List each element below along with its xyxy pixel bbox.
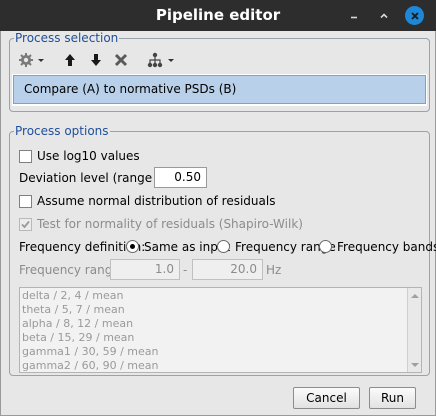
- assume-normal-label: Assume normal distribution of residuals: [37, 194, 276, 208]
- checkmark-icon: [21, 220, 30, 229]
- minimize-button[interactable]: [344, 6, 363, 25]
- radio-same-as-input[interactable]: [126, 240, 139, 253]
- frequency-unit-label: Hz: [266, 263, 282, 277]
- test-normality-label: Test for normality of residuals (Shapiro…: [37, 217, 303, 231]
- textarea-scrollbar[interactable]: [407, 288, 421, 372]
- frequency-bands-textarea[interactable]: delta / 2, 4 / mean theta / 5, 7 / mean …: [19, 287, 422, 373]
- process-options-legend: Process options: [14, 124, 110, 138]
- frequency-band-line: theta / 5, 7 / mean: [22, 303, 125, 316]
- assume-normal-checkbox[interactable]: [19, 195, 32, 208]
- radio-frequency-bands[interactable]: [319, 240, 332, 253]
- cancel-button[interactable]: Cancel: [293, 387, 360, 409]
- title-bar: Pipeline editor: [0, 0, 436, 31]
- frequency-band-line: gamma1 / 30, 59 / mean: [22, 345, 159, 358]
- frequency-band-line: gamma2 / 60, 90 / mean: [22, 359, 159, 372]
- deviation-level-input[interactable]: 0.50: [154, 167, 207, 188]
- move-down-button[interactable]: [88, 50, 104, 70]
- scroll-down-button[interactable]: [408, 358, 421, 371]
- frequency-band-line: delta / 2, 4 / mean: [22, 289, 124, 302]
- process-list: Compare (A) to normative PSDs (B): [12, 74, 427, 106]
- close-icon: [410, 11, 419, 20]
- frequency-band-line: alpha / 8, 12 / mean: [22, 317, 134, 330]
- arrow-down-icon: [91, 54, 101, 66]
- run-button[interactable]: Run: [369, 387, 416, 409]
- frequency-range-label: Frequency range:: [19, 263, 124, 277]
- process-options-panel: Process options Use log10 values Deviati…: [9, 124, 436, 376]
- scroll-up-button[interactable]: [408, 289, 421, 302]
- maximize-button[interactable]: [374, 6, 393, 25]
- process-selection-legend: Process selection: [14, 31, 120, 45]
- process-selection-panel: Process selection Compare (A) to normati…: [9, 31, 430, 112]
- minimize-icon: [350, 16, 357, 18]
- gear-icon: [19, 53, 44, 67]
- frequency-min-input[interactable]: 1.0: [110, 259, 180, 280]
- settings-menu-button[interactable]: [18, 50, 46, 70]
- radio-frequency-range[interactable]: [217, 240, 230, 253]
- process-list-item[interactable]: Compare (A) to normative PSDs (B): [13, 75, 426, 104]
- scroll-down-icon: [410, 362, 419, 367]
- test-normality-checkbox[interactable]: [19, 218, 32, 231]
- arrow-up-icon: [65, 54, 75, 66]
- frequency-max-input[interactable]: 20.0: [192, 259, 263, 280]
- window-body: Process selection Compare (A) to normati…: [0, 31, 436, 416]
- tree-icon: [147, 52, 174, 68]
- frequency-band-line: beta / 15, 29 / mean: [22, 331, 135, 344]
- use-log10-label: Use log10 values: [37, 149, 140, 163]
- move-up-button[interactable]: [62, 50, 78, 70]
- delete-process-button[interactable]: [113, 50, 129, 70]
- radio-frequency-bands-label: Frequency bands: [337, 240, 436, 254]
- scroll-up-icon: [410, 293, 419, 298]
- use-log10-checkbox[interactable]: [19, 150, 32, 163]
- maximize-icon: [379, 12, 388, 18]
- window-title: Pipeline editor: [155, 6, 281, 24]
- close-button[interactable]: [405, 6, 424, 25]
- delete-x-icon: [114, 53, 128, 67]
- frequency-range-separator: -: [183, 263, 188, 277]
- pipeline-menu-button[interactable]: [147, 50, 177, 70]
